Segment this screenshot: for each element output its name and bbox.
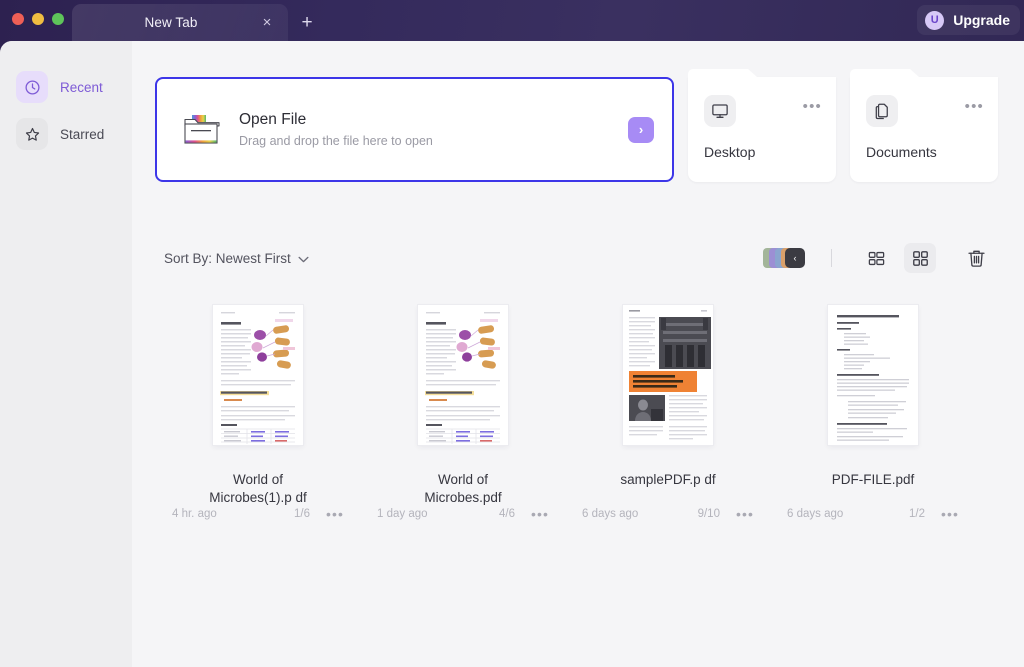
quick-card-label: Documents: [866, 144, 937, 160]
title-bar: New Tab × + U Upgrade: [0, 0, 1024, 41]
application-window: New Tab × + U Upgrade Recent Starred Ope…: [0, 0, 1024, 667]
file-card[interactable]: World of Microbes.pdf 1 day ago 4/6 •••: [361, 281, 565, 533]
file-thumbnail: [623, 305, 713, 445]
sort-by-label: Sort By: Newest First: [164, 250, 291, 266]
file-modified: 1 day ago: [377, 508, 428, 520]
main-content: Open File Drag and drop the file here to…: [132, 41, 1024, 667]
upgrade-label: Upgrade: [953, 12, 1010, 28]
toolbar-divider: [831, 249, 832, 267]
file-page-count: 4/6: [498, 508, 515, 520]
file-meta: 6 days ago 9/10 •••: [566, 507, 770, 521]
file-name: World of Microbes(1).p df: [209, 472, 307, 506]
collapse-stack-button[interactable]: ‹: [785, 248, 805, 268]
trash-icon[interactable]: [960, 243, 992, 273]
star-icon: [16, 118, 48, 150]
list-view-icon[interactable]: [860, 243, 892, 273]
quick-card-menu-button[interactable]: •••: [803, 99, 822, 114]
sort-by-dropdown[interactable]: Sort By: Newest First: [164, 251, 309, 266]
file-grid: World of Microbes(1).p df 4 hr. ago 1/6 …: [156, 281, 975, 533]
file-name: PDF-FILE.pdf: [831, 472, 915, 487]
quick-card-documents[interactable]: ••• Documents: [850, 69, 998, 182]
open-file-text: Open File Drag and drop the file here to…: [239, 111, 628, 148]
file-thumbnail: [828, 305, 918, 445]
file-meta: 4 hr. ago 1/6 •••: [156, 507, 360, 521]
sidebar-item-label: Recent: [60, 79, 103, 95]
avatar: U: [925, 10, 945, 30]
quick-card-desktop[interactable]: ••• Desktop: [688, 69, 836, 182]
toolbar: Sort By: Newest First ‹: [164, 241, 992, 275]
sidebar-item-label: Starred: [60, 126, 105, 142]
file-modified: 6 days ago: [787, 508, 844, 520]
tab-title: New Tab: [144, 15, 198, 30]
quick-card-label: Desktop: [704, 144, 756, 160]
file-page-count: 1/2: [908, 508, 925, 520]
quick-card-inner: ••• Documents: [850, 77, 998, 182]
file-thumbnail: [418, 305, 508, 445]
quick-card-menu-button[interactable]: •••: [965, 99, 984, 114]
file-menu-button[interactable]: •••: [941, 507, 959, 521]
close-icon[interactable]: ×: [256, 12, 278, 34]
quick-card-inner: ••• Desktop: [688, 77, 836, 182]
open-file-arrow-button[interactable]: ›: [628, 116, 654, 143]
sidebar: Recent Starred: [0, 41, 132, 667]
file-menu-button[interactable]: •••: [326, 507, 344, 521]
file-card[interactable]: PDF-FILE.pdf 6 days ago 1/2 •••: [771, 281, 975, 533]
quick-access-row: Open File Drag and drop the file here to…: [155, 69, 998, 182]
sidebar-item-recent[interactable]: Recent: [16, 68, 132, 106]
folder-icon: [183, 113, 221, 146]
monitor-icon: [704, 95, 736, 127]
file-menu-button[interactable]: •••: [531, 507, 549, 521]
toolbar-actions: ‹: [763, 243, 992, 273]
close-window-button[interactable]: [12, 13, 24, 25]
file-menu-button[interactable]: •••: [736, 507, 754, 521]
browser-tab[interactable]: New Tab ×: [72, 4, 288, 41]
file-page-count: 1/6: [293, 508, 310, 520]
file-card[interactable]: World of Microbes(1).p df 4 hr. ago 1/6 …: [156, 281, 360, 533]
file-meta: 1 day ago 4/6 •••: [361, 507, 565, 521]
file-card[interactable]: samplePDF.p df 6 days ago 9/10 •••: [566, 281, 770, 533]
upgrade-button[interactable]: U Upgrade: [917, 5, 1020, 35]
file-modified: 6 days ago: [582, 508, 639, 520]
file-thumbnail: [213, 305, 303, 445]
open-file-card[interactable]: Open File Drag and drop the file here to…: [155, 77, 674, 182]
minimize-window-button[interactable]: [32, 13, 44, 25]
chevron-down-icon: [298, 251, 309, 266]
open-file-subtitle: Drag and drop the file here to open: [239, 134, 433, 148]
stacked-thumbnails-toggle[interactable]: ‹: [763, 248, 805, 268]
new-tab-button[interactable]: +: [294, 9, 320, 35]
app-shell: Recent Starred Open File Drag and drop t…: [0, 41, 1024, 667]
grid-view-icon[interactable]: [904, 243, 936, 273]
documents-icon: [866, 95, 898, 127]
clock-icon: [16, 71, 48, 103]
file-name: samplePDF.p df: [620, 472, 716, 487]
file-modified: 4 hr. ago: [172, 508, 217, 520]
file-page-count: 9/10: [697, 508, 720, 520]
sidebar-item-starred[interactable]: Starred: [16, 115, 132, 153]
file-meta: 6 days ago 1/2 •••: [771, 507, 975, 521]
open-file-title: Open File: [239, 111, 307, 128]
maximize-window-button[interactable]: [52, 13, 64, 25]
file-name: World of Microbes.pdf: [424, 472, 502, 506]
window-controls: [0, 0, 72, 25]
